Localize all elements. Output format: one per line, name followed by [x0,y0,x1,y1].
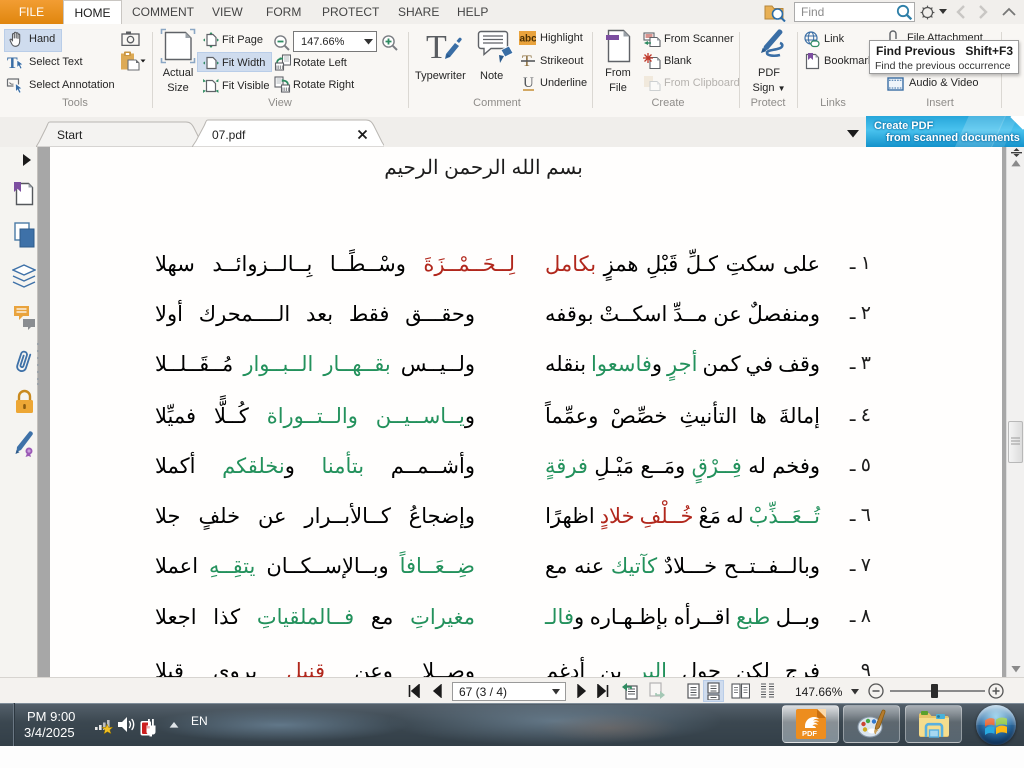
svg-text:PDF: PDF [802,729,817,738]
svg-text:U: U [523,75,534,91]
svg-text:T: T [426,29,447,65]
svg-text:abc: abc [520,34,537,45]
svg-text:T: T [7,55,18,72]
